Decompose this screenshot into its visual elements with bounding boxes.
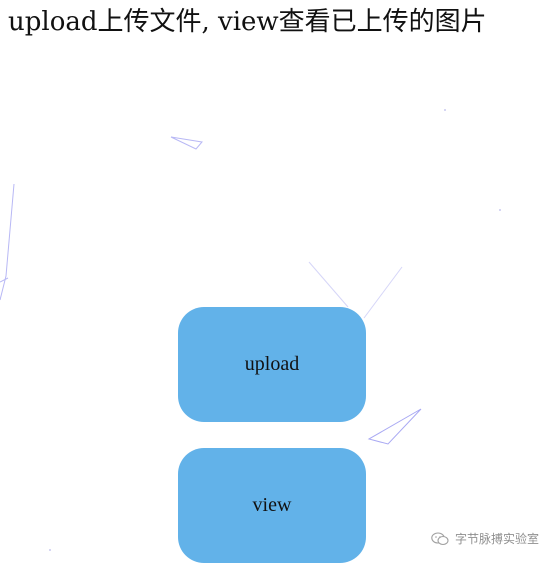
particle-line xyxy=(5,183,15,277)
particle-line xyxy=(363,266,403,319)
watermark-text: 字节脉搏实验室 xyxy=(454,532,539,546)
particle-dot xyxy=(444,109,446,111)
watermark: 字节脉搏实验室 xyxy=(431,530,539,547)
particle-line xyxy=(308,261,349,308)
particle-shape xyxy=(367,408,422,445)
view-button-label: view xyxy=(252,494,292,516)
view-button[interactable]: view xyxy=(178,448,366,563)
particle-line xyxy=(0,277,9,283)
page-title: upload上传文件, view查看已上传的图片 xyxy=(8,7,487,37)
particle-dot xyxy=(49,549,51,551)
upload-button[interactable]: upload xyxy=(178,307,366,422)
wechat-icon xyxy=(431,531,449,545)
particle-shape xyxy=(170,136,203,150)
particle-line xyxy=(0,275,7,301)
particle-dot xyxy=(499,209,501,211)
upload-button-label: upload xyxy=(244,353,300,375)
